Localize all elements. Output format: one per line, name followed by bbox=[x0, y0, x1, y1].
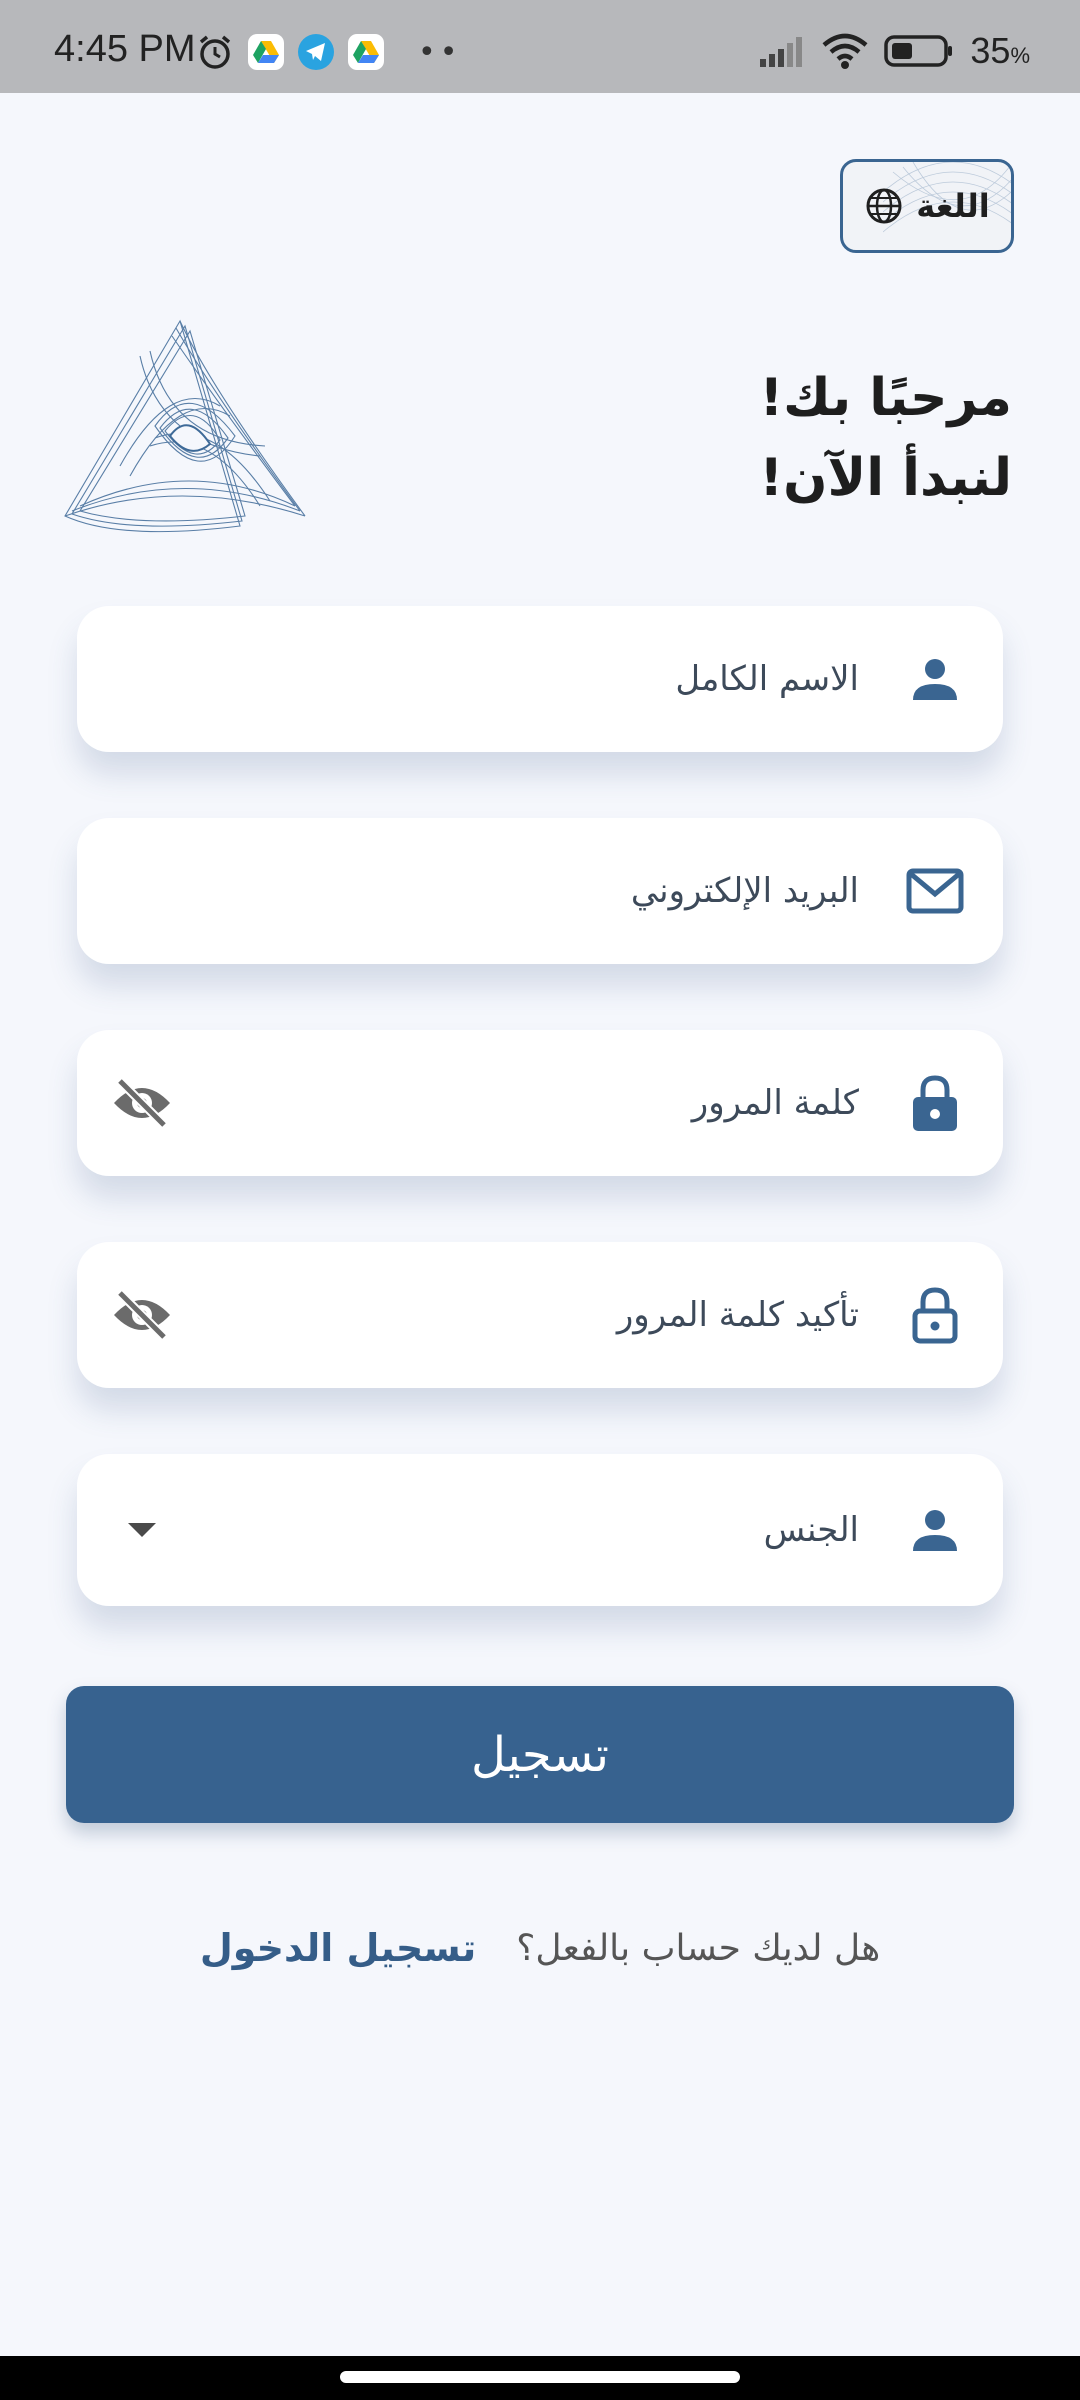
password-visibility-toggle[interactable] bbox=[107, 1073, 177, 1133]
confirm-password-field[interactable]: تأكيد كلمة المرور bbox=[77, 1242, 1003, 1388]
login-link[interactable]: تسجيل الدخول bbox=[200, 1926, 476, 1970]
lock-outline-icon bbox=[905, 1285, 965, 1345]
person-icon bbox=[905, 1500, 965, 1560]
eye-off-icon bbox=[114, 1289, 170, 1341]
welcome-heading: مرحبًا بك! لنبدأ الآن! bbox=[759, 358, 1012, 518]
battery-percent: 35% bbox=[970, 30, 1030, 71]
full-name-field[interactable]: الاسم الكامل bbox=[77, 606, 1003, 752]
status-left-icons: •• bbox=[196, 33, 461, 71]
google-drive-icon bbox=[348, 34, 384, 70]
register-button-label: تسجيل bbox=[471, 1726, 609, 1783]
language-button[interactable]: اللغة bbox=[840, 159, 1014, 253]
mail-icon bbox=[905, 861, 965, 921]
alarm-icon bbox=[199, 35, 231, 69]
caret-down-icon[interactable] bbox=[107, 1500, 177, 1560]
confirm-password-placeholder: تأكيد كلمة المرور bbox=[616, 1295, 859, 1335]
gender-dropdown[interactable]: الجنس bbox=[77, 1454, 1003, 1606]
navigation-bar bbox=[0, 2356, 1080, 2400]
lock-icon bbox=[905, 1073, 965, 1133]
telegram-icon bbox=[298, 34, 334, 70]
eye-off-icon bbox=[114, 1077, 170, 1129]
home-gesture-handle[interactable] bbox=[340, 2371, 740, 2383]
status-right-icons: 35% bbox=[758, 30, 1030, 72]
app-logo bbox=[64, 319, 306, 533]
status-bar: 4:45 PM •• 35% bbox=[0, 0, 1080, 93]
language-label: اللغة bbox=[916, 187, 990, 225]
register-button[interactable]: تسجيل bbox=[66, 1686, 1014, 1823]
more-notifications-icon: •• bbox=[418, 34, 462, 70]
password-placeholder: كلمة المرور bbox=[691, 1083, 859, 1123]
person-icon bbox=[905, 649, 965, 709]
confirm-password-visibility-toggle[interactable] bbox=[107, 1285, 177, 1345]
battery-icon bbox=[884, 35, 953, 67]
globe-icon bbox=[866, 188, 902, 224]
gender-placeholder: الجنس bbox=[763, 1510, 859, 1550]
status-time: 4:45 PM bbox=[54, 28, 196, 70]
welcome-line-2: لنبدأ الآن! bbox=[759, 448, 1012, 508]
google-drive-icon bbox=[248, 34, 284, 70]
welcome-line-1: مرحبًا بك! bbox=[759, 368, 1012, 428]
login-prompt: هل لديك حساب بالفعل؟ تسجيل الدخول bbox=[0, 1926, 1080, 1970]
signal-icon bbox=[760, 37, 803, 67]
email-field[interactable]: البريد الإلكتروني bbox=[77, 818, 1003, 964]
login-question: هل لديك حساب بالفعل؟ bbox=[516, 1927, 881, 1969]
password-field[interactable]: كلمة المرور bbox=[77, 1030, 1003, 1176]
email-placeholder: البريد الإلكتروني bbox=[630, 871, 859, 911]
full-name-placeholder: الاسم الكامل bbox=[675, 659, 859, 699]
wifi-icon bbox=[822, 33, 868, 69]
